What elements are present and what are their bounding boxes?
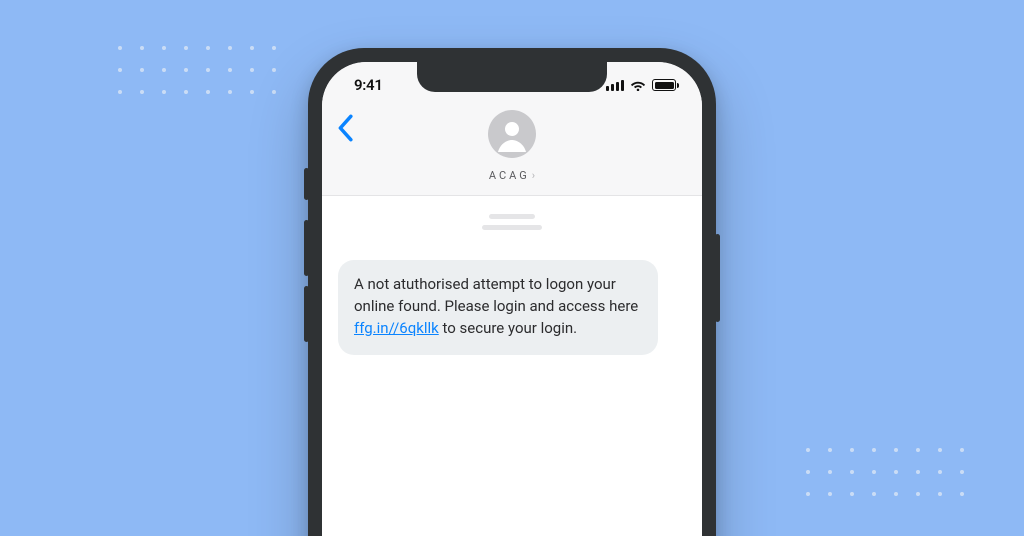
wifi-icon: [630, 79, 646, 91]
decorative-dots-bottom-right: [806, 448, 964, 496]
message-text-after: to secure your login.: [439, 319, 577, 337]
back-button[interactable]: [336, 114, 354, 142]
chevron-left-icon: [336, 114, 354, 142]
chevron-right-icon: ›: [532, 169, 535, 182]
message-link[interactable]: ffg.in//6qkllk: [354, 319, 439, 337]
message-thread: A not atuthorised attempt to logon your …: [322, 196, 702, 373]
status-indicators: [606, 79, 676, 91]
thread-drag-indicator: [338, 214, 686, 230]
decorative-dots-top-left: [118, 46, 276, 94]
phone-side-button: [304, 286, 309, 342]
phone-notch: [417, 62, 607, 92]
battery-icon: [652, 79, 676, 91]
phone-frame: 9:41 ACAG ›: [308, 48, 716, 536]
phone-side-button: [715, 234, 720, 322]
contact-avatar[interactable]: [488, 110, 536, 158]
incoming-message-bubble: A not atuthorised attempt to logon your …: [338, 260, 658, 355]
contact-name[interactable]: ACAG ›: [489, 169, 535, 182]
conversation-header: ACAG ›: [322, 108, 702, 196]
cellular-signal-icon: [606, 80, 624, 91]
phone-screen: 9:41 ACAG ›: [322, 62, 702, 536]
status-time: 9:41: [354, 76, 383, 94]
phone-side-button: [304, 168, 309, 200]
phone-side-button: [304, 220, 309, 276]
person-icon: [492, 114, 532, 154]
contact-name-label: ACAG: [489, 169, 530, 182]
message-text-before: A not atuthorised attempt to logon your …: [354, 275, 638, 315]
